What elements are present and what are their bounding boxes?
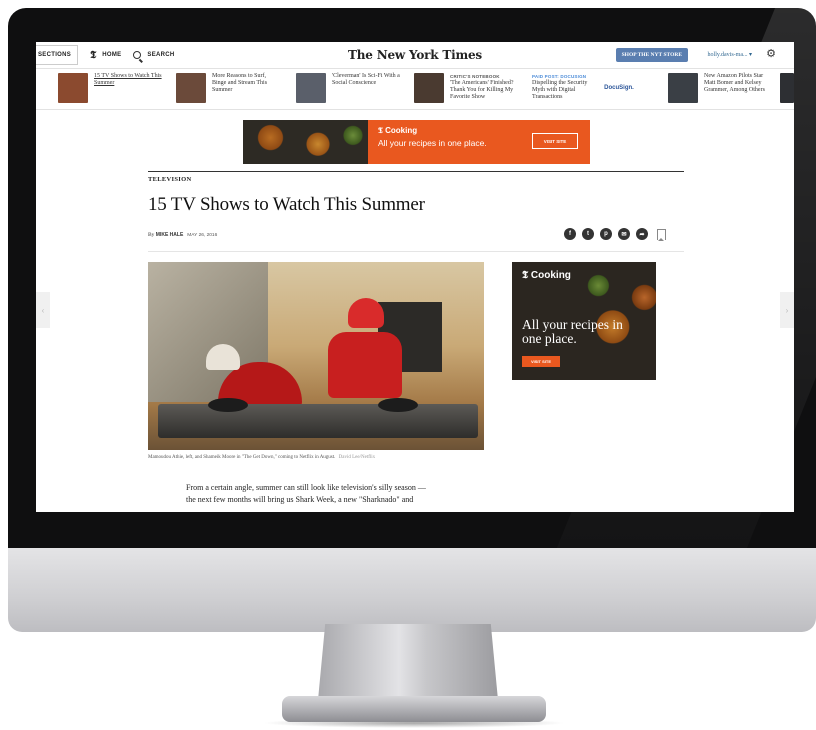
ribbon-item[interactable]: 15 TV Shows to Watch This Summer [58,73,162,103]
side-ad-visit-button[interactable]: VISIT SITE [522,356,560,367]
ribbon-thumbnail [668,73,698,103]
banner-visit-site-button[interactable]: VISIT SITE [532,133,578,149]
ribbon-title: Dispelling the Security Myth with Digita… [532,80,588,100]
header-divider [148,251,684,252]
ribbon-kicker: PAID POST: DOCUSIGN [532,74,587,79]
pinterest-share-icon[interactable]: p [600,228,612,240]
banner-food-image [243,120,368,164]
ribbon-item[interactable]: CRITIC'S NOTEBOOK 'The Americans' Finish… [414,73,518,103]
user-account-menu[interactable]: holly.davis-ma... ▾ [708,51,752,58]
ribbon-thumbnail [58,73,88,103]
next-article-arrow[interactable]: › [780,292,794,328]
ribbon-title: More Reasons to Surf, Binge and Stream T… [212,73,268,93]
banner-orange-panel: 𝕿 Cooking All your recipes in one place.… [368,120,590,164]
ribbon-thumbnail [414,73,444,103]
turntable-deck [158,404,478,438]
docusign-logo: DocuSign. [604,85,634,91]
section-rule [148,171,684,172]
dj-left-cap [206,344,240,370]
monitor-bezel: SECTIONS 𝕿 HOME SEARCH The New York Time… [8,8,816,548]
twitter-share-icon[interactable]: t [582,228,594,240]
cooking-sidebar-ad[interactable]: 𝕿 Cooking All your recipes in one place.… [512,262,656,380]
browser-screen: SECTIONS 𝕿 HOME SEARCH The New York Time… [36,42,794,512]
side-ad-tagline: All your recipes in one place. [522,317,623,346]
article-body: From a certain angle, summer can still l… [186,482,456,506]
ribbon-thumbnail [176,73,206,103]
section-label[interactable]: TELEVISION [148,176,191,183]
vinyl-record [378,398,418,412]
dj-right-cap [348,298,384,328]
ribbon-item[interactable]: New Amazon Pilots Star Matt Bomer and Ke… [668,73,772,103]
vinyl-record [208,398,248,412]
caption-text: Mamoudou Athie, left, and Shameik Moore … [148,455,336,460]
monitor-chin [8,548,816,632]
banner-tagline: All your recipes in one place. [378,138,487,148]
byline-prefix: By [148,232,156,238]
gear-icon[interactable]: ⚙ [766,47,776,60]
ribbon-title: 15 TV Shows to Watch This Summer [94,73,162,86]
ribbon-thumbnail [296,73,326,103]
monitor-stand-neck [318,624,498,700]
byline: By MIKE HALE MAY 26, 2016 [148,232,217,238]
article-ribbon: 15 TV Shows to Watch This Summer More Re… [36,69,794,110]
user-account-label: holly.davis-ma... [707,52,748,58]
ribbon-title: 'Cleverman' Is Sci-Fi With a Social Cons… [332,73,400,86]
ribbon-thumbnail[interactable] [780,73,794,103]
author-link[interactable]: MIKE HALE [156,232,184,238]
ribbon-item[interactable]: 'Cleverman' Is Sci-Fi With a Social Cons… [296,73,400,103]
cooking-banner-ad[interactable]: 𝕿 Cooking All your recipes in one place.… [243,120,590,164]
monitor-stand-base [282,696,546,722]
ribbon-item[interactable]: More Reasons to Surf, Binge and Stream T… [176,73,280,103]
photo-caption: Mamoudou Athie, left, and Shameik Moore … [148,455,375,460]
shop-store-label: SHOP THE NYT STORE [621,52,682,58]
email-share-icon[interactable]: ✉ [618,228,630,240]
bookmark-icon[interactable] [657,228,666,241]
cooking-logo: 𝕿 Cooking [378,126,418,135]
facebook-share-icon[interactable]: f [564,228,576,240]
previous-article-arrow[interactable]: ‹ [36,292,50,328]
article-headline: 15 TV Shows to Watch This Summer [148,194,425,215]
hero-photo-djs [148,262,484,450]
body-paragraph-line: From a certain angle, summer can still l… [186,483,426,492]
share-toolbar: f t p ✉ ➦ [564,228,666,241]
dj-right-figure [328,332,402,398]
body-paragraph-line: the next few months will bring us Shark … [186,495,414,504]
imac-monitor: SECTIONS 𝕿 HOME SEARCH The New York Time… [8,8,816,632]
shop-store-button[interactable]: SHOP THE NYT STORE [615,48,688,62]
ribbon-kicker: CRITIC'S NOTEBOOK [450,74,500,79]
cooking-logo: 𝕿 Cooking [522,270,571,281]
more-share-icon[interactable]: ➦ [636,228,648,240]
photo-credit: David Lee/Netflix [338,455,376,460]
publish-date: MAY 26, 2016 [187,233,218,238]
ribbon-title: 'The Americans' Finished? Thank You for … [450,80,514,100]
ribbon-title: New Amazon Pilots Star Matt Bomer and Ke… [704,73,765,93]
ribbon-item-paid-post[interactable]: PAID POST: DOCUSIGN Dispelling the Secur… [532,73,636,103]
